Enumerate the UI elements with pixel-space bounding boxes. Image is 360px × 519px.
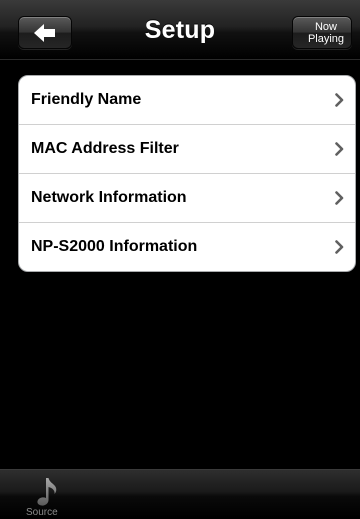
music-note-icon <box>37 478 57 506</box>
now-playing-button[interactable]: Now Playing <box>292 16 352 49</box>
list-item-label: Network Information <box>31 189 187 206</box>
now-playing-label-line1: Now <box>314 21 337 33</box>
navigation-bar: Setup Now Playing <box>0 0 360 60</box>
list-item-label: NP-S2000 Information <box>31 238 198 255</box>
list-item-np-s2000-information[interactable]: NP-S2000 Information <box>19 222 355 271</box>
settings-list: Friendly Name MAC Address Filter Network… <box>18 75 356 272</box>
list-item-network-information[interactable]: Network Information <box>19 173 355 222</box>
list-item-label: MAC Address Filter <box>31 140 179 157</box>
chevron-right-icon <box>335 240 344 254</box>
tab-source[interactable]: Source <box>22 476 72 519</box>
chevron-right-icon <box>335 191 344 205</box>
tab-source-label: Source <box>26 507 58 518</box>
chevron-right-icon <box>335 93 344 107</box>
chevron-right-icon <box>335 142 344 156</box>
tab-bar: Source <box>0 469 360 518</box>
list-item-mac-address-filter[interactable]: MAC Address Filter <box>19 124 355 173</box>
list-item-friendly-name[interactable]: Friendly Name <box>19 76 355 124</box>
list-item-label: Friendly Name <box>31 91 142 108</box>
now-playing-label-line2: Playing <box>307 33 345 45</box>
